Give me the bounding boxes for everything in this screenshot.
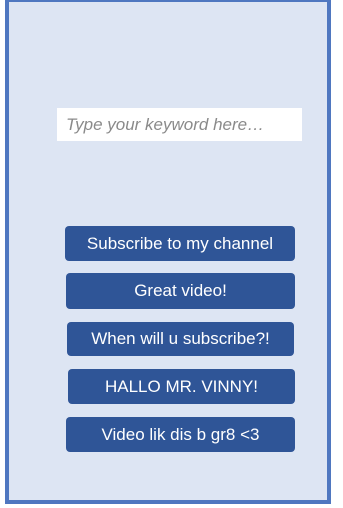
keyword-search-input[interactable] — [57, 108, 302, 141]
comment-button-when-subscribe[interactable]: When will u subscribe?! — [67, 322, 294, 356]
comment-button-subscribe[interactable]: Subscribe to my channel — [65, 226, 295, 261]
comment-button-great-video[interactable]: Great video! — [66, 273, 295, 309]
comment-button-hallo[interactable]: HALLO MR. VINNY! — [68, 369, 295, 404]
comment-button-video-gr8[interactable]: Video lik dis b gr8 <3 — [66, 417, 295, 452]
